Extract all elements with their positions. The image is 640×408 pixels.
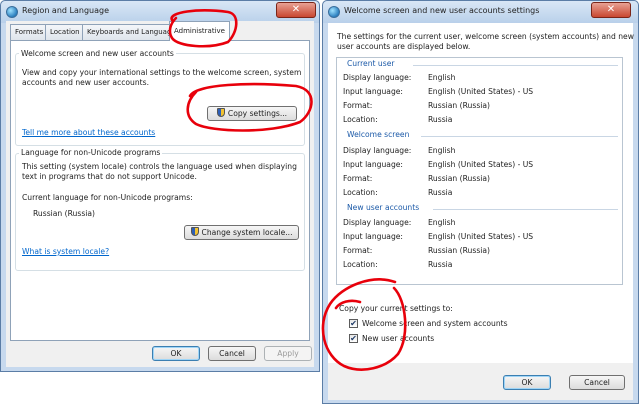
new-user-accounts-checkbox-label[interactable]: New user accounts xyxy=(362,334,434,345)
current-user-format-value: Russian (Russia) xyxy=(428,101,490,110)
welcome-input-value: English (United States) - US xyxy=(428,160,534,169)
display-language-label: Display language: xyxy=(343,73,412,82)
region-language-window: Region and Language ✕ Formats Location K… xyxy=(0,0,320,372)
format-label: Format: xyxy=(343,174,373,183)
what-is-system-locale-link[interactable]: What is system locale? xyxy=(22,247,109,256)
input-language-label: Input language: xyxy=(343,232,403,241)
left-apply-button[interactable]: Apply xyxy=(264,346,312,361)
right-ok-button[interactable]: OK xyxy=(503,375,551,390)
welcome-screen-checkbox[interactable]: ✔ xyxy=(349,319,358,328)
format-label: Format: xyxy=(343,246,373,255)
new-user-display-value: English xyxy=(428,218,456,227)
left-window-title: Region and Language xyxy=(22,6,110,15)
section-divider xyxy=(413,65,618,66)
section-divider xyxy=(433,209,618,210)
section-new-user-accounts-title: New user accounts xyxy=(347,203,420,212)
section-divider xyxy=(421,136,618,137)
left-titlebar[interactable]: Region and Language ✕ xyxy=(1,1,319,23)
current-user-location-value: Russia xyxy=(428,115,453,124)
section-current-user-title: Current user xyxy=(347,59,395,68)
right-titlebar[interactable]: Welcome screen and new user accounts set… xyxy=(323,1,638,23)
welcome-format-value: Russian (Russia) xyxy=(428,174,490,183)
welcome-desc-line2: accounts and new user accounts. xyxy=(22,78,150,87)
current-user-display-value: English xyxy=(428,73,456,82)
tab-administrative[interactable]: Administrative xyxy=(169,21,230,41)
location-label: Location: xyxy=(343,188,378,197)
display-language-label: Display language: xyxy=(343,218,412,227)
right-window-title: Welcome screen and new user accounts set… xyxy=(344,6,540,15)
change-locale-label: Change system locale... xyxy=(201,228,293,237)
tell-me-more-link[interactable]: Tell me more about these accounts xyxy=(22,128,155,137)
format-label: Format: xyxy=(343,101,373,110)
intro-line2: user accounts are displayed below. xyxy=(337,42,471,51)
input-language-label: Input language: xyxy=(343,87,403,96)
left-ok-button[interactable]: OK xyxy=(152,346,200,361)
location-label: Location: xyxy=(343,115,378,124)
globe-icon xyxy=(6,6,18,18)
left-cancel-button[interactable]: Cancel xyxy=(208,346,256,361)
welcome-screen-checkbox-label[interactable]: Welcome screen and system accounts xyxy=(362,319,508,330)
unicode-group-title: Language for non-Unicode programs xyxy=(19,148,163,157)
welcome-settings-window: Welcome screen and new user accounts set… xyxy=(322,0,639,404)
current-user-input-value: English (United States) - US xyxy=(428,87,534,96)
welcome-display-value: English xyxy=(428,146,456,155)
unicode-desc-line1: This setting (system locale) controls th… xyxy=(22,162,297,171)
section-welcome-screen-title: Welcome screen xyxy=(347,130,410,139)
copy-settings-button[interactable]: Copy settings... xyxy=(207,106,297,121)
current-language-label: Current language for non-Unicode program… xyxy=(22,193,193,202)
uac-shield-icon xyxy=(216,108,225,117)
new-user-input-value: English (United States) - US xyxy=(428,232,534,241)
tab-location[interactable]: Location xyxy=(45,24,85,40)
input-language-label: Input language: xyxy=(343,160,403,169)
welcome-desc-line1: View and copy your international setting… xyxy=(22,68,302,77)
tab-formats[interactable]: Formats xyxy=(10,24,49,40)
right-close-button[interactable]: ✕ xyxy=(591,2,631,18)
copy-settings-label: Copy settings... xyxy=(227,109,288,118)
left-close-button[interactable]: ✕ xyxy=(276,2,316,18)
new-user-location-value: Russia xyxy=(428,260,453,269)
welcome-group-title: Welcome screen and new user accounts xyxy=(19,49,176,58)
intro-line1: The settings for the current user, welco… xyxy=(337,32,634,41)
change-system-locale-button[interactable]: Change system locale... xyxy=(184,225,299,240)
display-language-label: Display language: xyxy=(343,146,412,155)
copy-heading: Copy your current settings to: xyxy=(339,304,453,313)
right-cancel-button[interactable]: Cancel xyxy=(569,375,625,390)
unicode-desc-line2: text in programs that do not support Uni… xyxy=(22,172,197,181)
administrative-tab-panel: Welcome screen and new user accounts Vie… xyxy=(10,40,310,341)
globe-icon xyxy=(328,6,340,18)
new-user-accounts-checkbox[interactable]: ✔ xyxy=(349,334,358,343)
new-user-format-value: Russian (Russia) xyxy=(428,246,490,255)
location-label: Location: xyxy=(343,260,378,269)
welcome-location-value: Russia xyxy=(428,188,453,197)
uac-shield-icon xyxy=(190,227,199,236)
current-language-value: Russian (Russia) xyxy=(33,209,95,218)
